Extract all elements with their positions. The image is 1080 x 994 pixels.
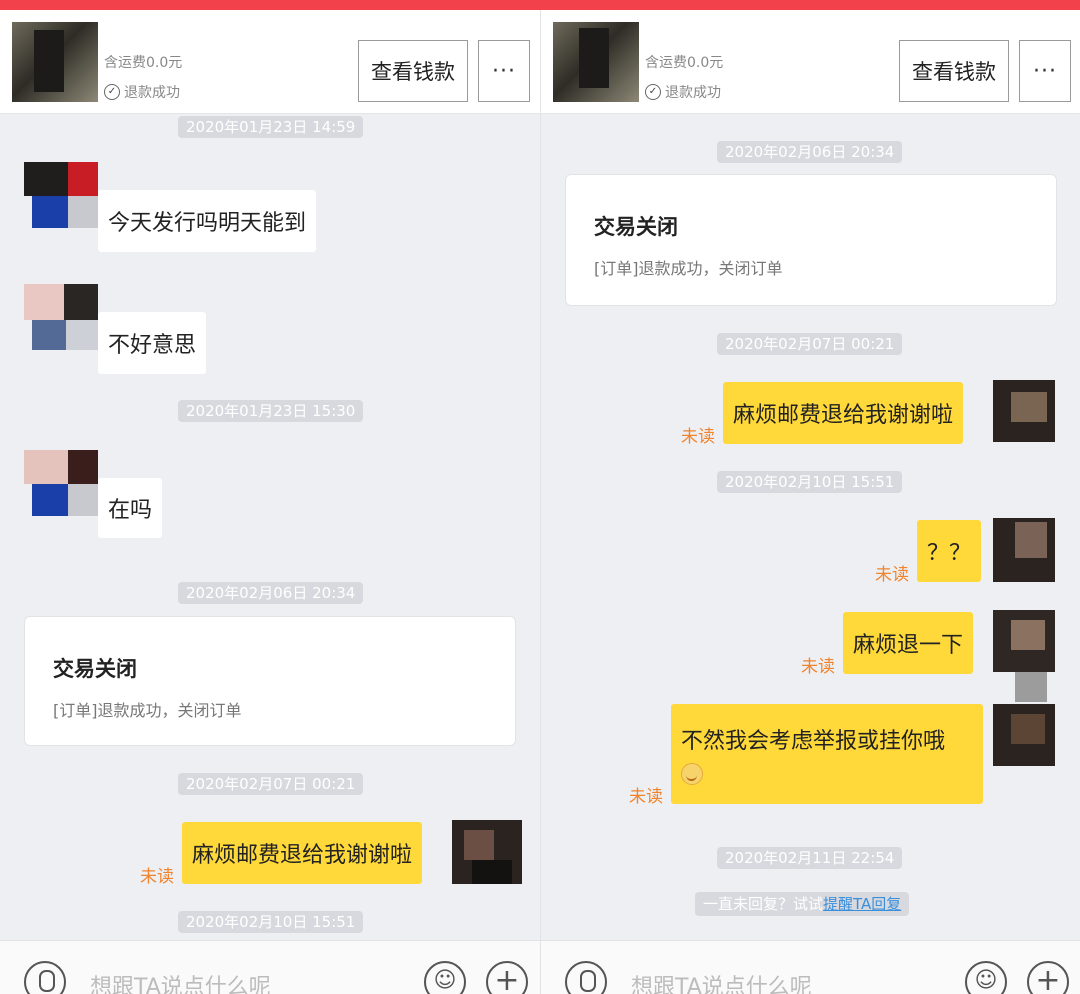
more-options-button[interactable]: ··· (1019, 40, 1071, 102)
my-avatar[interactable] (452, 820, 522, 884)
chat-panel-left: 含运费0.0元 ✓ 退款成功 查看钱款 ··· 2020年01月23日 14:5… (0, 10, 540, 994)
message-input[interactable]: 想跟TA说点什么呢 (631, 969, 812, 994)
my-avatar[interactable] (993, 380, 1055, 442)
timestamp: 2020年02月11日 22:54 (717, 847, 903, 869)
microphone-icon[interactable] (24, 961, 66, 994)
message-input-bar: 想跟TA说点什么呢 ☺ + (541, 940, 1080, 994)
message-bubble[interactable]: 在吗 (98, 478, 163, 538)
refund-status: ✓ 退款成功 (645, 82, 721, 102)
unread-label: 未读 (681, 427, 715, 447)
card-subtitle: [订单]退款成功，关闭订单 (594, 259, 783, 278)
view-money-button[interactable]: 查看钱款 (899, 40, 1009, 102)
message-text: 不然我会考虑举报或挂你哦 (681, 729, 946, 754)
unread-label: 未读 (629, 787, 663, 807)
message-bubble-own[interactable]: 麻烦邮费退给我谢谢啦 (723, 382, 964, 444)
remind-prefix: 一直未回复？试试 (703, 895, 824, 913)
card-title: 交易关闭 (594, 215, 678, 239)
chat-panel-right: 含运费0.0元 ✓ 退款成功 查看钱款 ··· 2020年02月06日 20:3… (540, 10, 1080, 994)
shipping-fee: 含运费0.0元 (645, 55, 724, 71)
message-bubble-own[interactable]: 不然我会考虑举报或挂你哦 (671, 704, 983, 804)
check-circle-icon: ✓ (645, 84, 661, 100)
message-input[interactable]: 想跟TA说点什么呢 (90, 969, 271, 994)
card-subtitle: [订单]退款成功，关闭订单 (53, 701, 242, 720)
plus-icon[interactable]: + (1027, 961, 1069, 994)
message-bubble[interactable]: 今天发行吗明天能到 (98, 190, 317, 252)
product-thumbnail[interactable] (553, 22, 639, 102)
unread-label: 未读 (801, 657, 835, 677)
view-money-button[interactable]: 查看钱款 (358, 40, 468, 102)
my-avatar[interactable] (993, 610, 1055, 702)
card-title: 交易关闭 (53, 657, 137, 681)
trade-closed-card[interactable]: 交易关闭 [订单]退款成功，关闭订单 (565, 174, 1057, 306)
message-bubble-own[interactable]: 麻烦邮费退给我谢谢啦 (182, 822, 423, 884)
refund-status-label: 退款成功 (665, 85, 721, 101)
remind-reply-link[interactable]: 提醒TA回复 (823, 895, 901, 913)
emoji-icon[interactable]: ☺ (424, 961, 466, 994)
refund-status-label: 退款成功 (124, 85, 180, 101)
timestamp: 2020年02月07日 00:21 (178, 773, 364, 795)
avatar[interactable] (24, 450, 98, 516)
order-header: 含运费0.0元 ✓ 退款成功 查看钱款 ··· (541, 10, 1080, 114)
microphone-icon[interactable] (565, 961, 607, 994)
remind-reply-tip: 一直未回复？试试提醒TA回复 (695, 892, 910, 916)
my-avatar[interactable] (993, 704, 1055, 766)
message-bubble-own[interactable]: 麻烦退一下 (843, 612, 974, 674)
more-options-button[interactable]: ··· (478, 40, 530, 102)
avatar[interactable] (24, 162, 98, 228)
message-bubble[interactable]: 不好意思 (98, 312, 207, 374)
timestamp: 2020年02月06日 20:34 (717, 141, 903, 163)
refund-status: ✓ 退款成功 (104, 82, 180, 102)
shipping-fee: 含运费0.0元 (104, 55, 183, 71)
timestamp: 2020年02月07日 00:21 (717, 333, 903, 355)
timestamp: 2020年01月23日 15:30 (178, 400, 364, 422)
timestamp: 2020年02月10日 15:51 (717, 471, 903, 493)
message-input-bar: 想跟TA说点什么呢 ☺ + (0, 940, 540, 994)
smile-emoji-icon (681, 763, 703, 785)
timestamp: 2020年02月06日 20:34 (178, 582, 364, 604)
check-circle-icon: ✓ (104, 84, 120, 100)
product-thumbnail[interactable] (12, 22, 98, 102)
avatar[interactable] (24, 284, 98, 350)
plus-icon[interactable]: + (486, 961, 528, 994)
timestamp: 2020年02月10日 15:51 (178, 911, 364, 933)
emoji-icon[interactable]: ☺ (965, 961, 1007, 994)
unread-label: 未读 (875, 565, 909, 585)
unread-label: 未读 (140, 867, 174, 887)
trade-closed-card[interactable]: 交易关闭 [订单]退款成功，关闭订单 (24, 616, 516, 746)
message-bubble-own[interactable]: ？？ (917, 520, 982, 582)
my-avatar[interactable] (993, 518, 1055, 582)
order-header: 含运费0.0元 ✓ 退款成功 查看钱款 ··· (0, 10, 540, 114)
timestamp: 2020年01月23日 14:59 (178, 116, 364, 138)
top-status-strip (0, 0, 1080, 10)
